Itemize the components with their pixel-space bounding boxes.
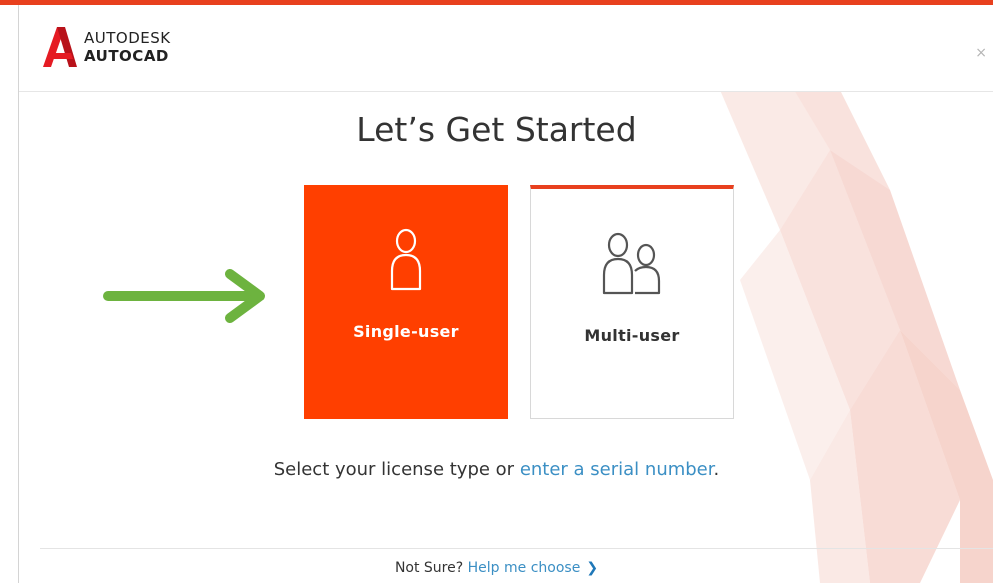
- brand-company: AUTODESK: [84, 29, 171, 47]
- multi-user-label: Multi-user: [584, 326, 680, 345]
- close-button[interactable]: ×: [975, 45, 987, 61]
- single-user-button[interactable]: Single-user: [304, 185, 508, 419]
- footer-text: Not Sure?: [394, 560, 464, 576]
- header: AUTODESK AUTOCAD ×: [19, 5, 993, 92]
- chevron-right-icon[interactable]: ❯: [586, 560, 598, 576]
- help-me-choose-link[interactable]: Help me choose: [468, 560, 581, 576]
- page-title: Let’s Get Started: [356, 110, 637, 149]
- single-user-label: Single-user: [353, 322, 459, 341]
- autocad-logo-icon: [43, 27, 77, 67]
- prompt-end: .: [713, 459, 720, 480]
- brand-name: AUTODESK AUTOCAD: [84, 29, 171, 65]
- footer: Not Sure? Help me choose ❯: [0, 560, 993, 576]
- multi-user-button[interactable]: Multi-user: [530, 185, 734, 419]
- license-prompt: Select your license type or enter a seri…: [0, 459, 993, 480]
- serial-number-link[interactable]: enter a serial number: [520, 459, 714, 480]
- single-user-icon: [390, 228, 422, 291]
- footer-divider: [40, 548, 993, 549]
- multi-user-icon: [602, 232, 661, 295]
- brand-product: AUTOCAD: [84, 47, 169, 65]
- green-arrow-icon: [103, 269, 265, 323]
- prompt-text: Select your license type or: [273, 459, 520, 480]
